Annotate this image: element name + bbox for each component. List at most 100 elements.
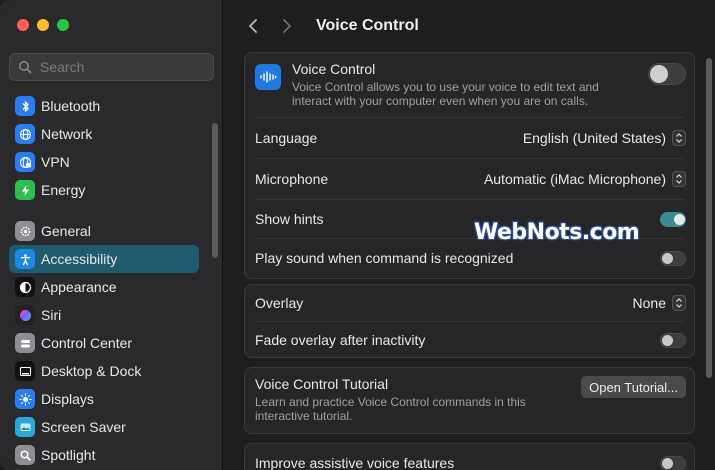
sidebar-item-accessibility[interactable]: Accessibility: [9, 245, 199, 273]
search-icon: [19, 61, 32, 74]
sidebar-item-displays[interactable]: Displays: [9, 385, 199, 413]
sidebar-item-label: Displays: [41, 391, 94, 407]
bluetooth-icon: [15, 96, 35, 116]
sidebar-item-spotlight[interactable]: Spotlight: [9, 441, 199, 469]
globe-icon: [15, 124, 35, 144]
sun-icon: [15, 389, 35, 409]
tutorial-text: Voice Control Tutorial Learn and practic…: [255, 376, 526, 423]
sidebar-item-bluetooth[interactable]: Bluetooth: [9, 92, 199, 120]
sidebar-item-label: Bluetooth: [41, 98, 101, 114]
siri-icon: [15, 305, 35, 325]
minimize-window-button[interactable]: [37, 19, 49, 31]
sidebar-item-desktop-dock[interactable]: Desktop & Dock: [9, 357, 199, 385]
voice-control-header-text: Voice Control Voice Control allows you t…: [292, 61, 599, 108]
tutorial-description-1: Learn and practice Voice Control command…: [255, 395, 526, 409]
improve-voice-label: Improve assistive voice features: [255, 455, 455, 470]
voice-control-description-1: Voice Control allows you to use your voi…: [292, 80, 599, 94]
sidebar-item-label: Appearance: [41, 279, 117, 295]
sidebar-item-label: Desktop & Dock: [41, 363, 142, 379]
fade-overlay-label: Fade overlay after inactivity: [255, 332, 426, 348]
microphone-label: Microphone: [255, 171, 329, 187]
sidebar-item-label: General: [41, 223, 91, 239]
sidebar-list: Bluetooth Network VPN Energy General Acc…: [9, 92, 199, 469]
toggle-knob: [662, 334, 673, 346]
fade-overlay-row: Fade overlay after inactivity: [245, 322, 696, 358]
main-pane: Voice Control Voice Control Voice Contro…: [224, 0, 715, 470]
sidebar-item-label: Accessibility: [41, 251, 118, 267]
toggle-knob: [650, 65, 668, 83]
improve-voice-toggle[interactable]: [660, 455, 686, 470]
voice-control-header-row: Voice Control Voice Control allows you t…: [245, 61, 696, 109]
main-scrollbar[interactable]: [706, 58, 712, 378]
show-hints-label: Show hints: [255, 211, 324, 227]
language-label: Language: [255, 130, 318, 146]
toggle-knob: [662, 457, 673, 469]
bolt-icon: [15, 180, 35, 200]
improve-voice-row: Improve assistive voice features: [245, 450, 696, 470]
language-select[interactable]: English (United States): [523, 130, 686, 146]
voice-control-description-2: interact with your computer even when yo…: [292, 94, 589, 108]
sidebar-item-label: Screen Saver: [41, 419, 126, 435]
tutorial-description-2: interactive tutorial.: [255, 409, 353, 423]
play-sound-label: Play sound when command is recognized: [255, 250, 514, 266]
sidebar-item-control-center[interactable]: Control Center: [9, 329, 199, 357]
up-down-chevron-icon: [672, 295, 686, 311]
language-value: English (United States): [522, 130, 666, 146]
toggle-knob: [674, 213, 685, 225]
tutorial-title: Voice Control Tutorial: [255, 376, 389, 392]
toolbar: Voice Control: [224, 0, 715, 52]
sidebar-item-label: Control Center: [41, 335, 133, 351]
overlay-value: None: [632, 295, 666, 311]
watermark-logo: WebNots.com: [474, 220, 640, 245]
microphone-value: Automatic (iMac Microphone): [483, 171, 666, 187]
forward-button[interactable]: [272, 11, 302, 41]
voice-control-waveform-icon: [255, 64, 281, 90]
accessibility-icon: [15, 249, 35, 269]
appearance-icon: [15, 277, 35, 297]
microphone-row: Microphone Automatic (iMac Microphone): [245, 159, 696, 199]
window-controls: [17, 19, 69, 31]
zoom-window-button[interactable]: [57, 19, 69, 31]
chevron-right-icon: [283, 19, 291, 33]
sidebar-item-label: Spotlight: [41, 447, 96, 463]
magnifier-icon: [15, 445, 35, 465]
tutorial-card: Voice Control Tutorial Learn and practic…: [244, 367, 695, 434]
language-row: Language English (United States): [245, 118, 696, 158]
back-button[interactable]: [238, 11, 268, 41]
microphone-select[interactable]: Automatic (iMac Microphone): [484, 171, 686, 187]
improve-voice-card: Improve assistive voice features: [244, 443, 695, 470]
overlay-label: Overlay: [255, 295, 304, 311]
open-tutorial-button[interactable]: Open Tutorial...: [581, 376, 686, 398]
toggle-knob: [662, 252, 673, 264]
sidebar-item-energy[interactable]: Energy: [9, 176, 199, 204]
sidebar-item-general[interactable]: General: [9, 217, 199, 245]
sidebar-scrollbar[interactable]: [212, 123, 218, 258]
search-input[interactable]: [40, 59, 210, 75]
sidebar-item-appearance[interactable]: Appearance: [9, 273, 199, 301]
settings-window: Bluetooth Network VPN Energy: [0, 0, 715, 470]
page-title: Voice Control: [316, 17, 419, 34]
close-window-button[interactable]: [17, 19, 29, 31]
screensaver-icon: [15, 417, 35, 437]
show-hints-toggle[interactable]: [660, 211, 686, 227]
voice-control-toggle[interactable]: [648, 63, 686, 85]
up-down-chevron-icon: [672, 130, 686, 146]
voice-control-title: Voice Control: [292, 61, 376, 77]
fade-overlay-toggle[interactable]: [660, 332, 686, 348]
sidebar: Bluetooth Network VPN Energy: [0, 0, 223, 470]
overlay-select[interactable]: None: [633, 295, 686, 311]
sidebar-item-label: VPN: [41, 154, 70, 170]
sidebar-item-screen-saver[interactable]: Screen Saver: [9, 413, 199, 441]
sidebar-item-network[interactable]: Network: [9, 120, 199, 148]
vpn-icon: [15, 152, 35, 172]
search-field[interactable]: [9, 53, 214, 81]
overlay-row: Overlay None: [245, 285, 696, 321]
sidebar-item-vpn[interactable]: VPN: [9, 148, 199, 176]
play-sound-toggle[interactable]: [660, 250, 686, 266]
up-down-chevron-icon: [672, 171, 686, 187]
chevron-left-icon: [249, 19, 257, 33]
sidebar-item-siri[interactable]: Siri: [9, 301, 199, 329]
overlay-settings-card: Overlay None Fade overlay after inactivi…: [244, 284, 695, 358]
tutorial-row: Voice Control Tutorial Learn and practic…: [245, 376, 696, 428]
